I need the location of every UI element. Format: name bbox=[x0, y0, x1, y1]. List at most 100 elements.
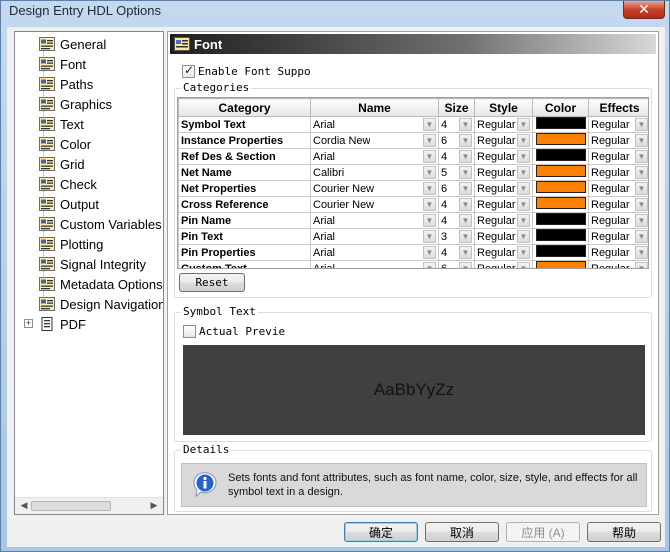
dropdown-arrow-icon[interactable]: ▼ bbox=[423, 134, 436, 147]
tree-item-graphics[interactable]: Graphics bbox=[15, 94, 163, 114]
table-row[interactable]: Pin Properties Arial ▼ 4 ▼ Regular ▼ Regular ▼ bbox=[178, 244, 648, 261]
dropdown-arrow-icon[interactable]: ▼ bbox=[423, 214, 436, 227]
tree-item-check[interactable]: Check bbox=[15, 174, 163, 194]
color-cell[interactable] bbox=[532, 260, 589, 268]
dropdown-arrow-icon[interactable]: ▼ bbox=[635, 182, 648, 195]
tree-item-grid[interactable]: Grid bbox=[15, 154, 163, 174]
font-effects-dropdown[interactable]: Regular ▼ bbox=[591, 118, 648, 132]
table-row[interactable]: Cross Reference Courier New ▼ 4 ▼ Regular ▼ Reg… bbox=[178, 196, 648, 213]
dropdown-arrow-icon[interactable]: ▼ bbox=[423, 150, 436, 163]
column-header-size[interactable]: Size bbox=[438, 98, 475, 117]
tree-item-design-navigation[interactable]: Design Navigation bbox=[15, 294, 163, 314]
color-cell[interactable] bbox=[532, 116, 589, 133]
font-style-dropdown[interactable]: Regular ▼ bbox=[477, 150, 530, 164]
dropdown-arrow-icon[interactable]: ▼ bbox=[635, 230, 648, 243]
color-cell[interactable] bbox=[532, 228, 589, 245]
dropdown-arrow-icon[interactable]: ▼ bbox=[423, 118, 436, 131]
font-style-dropdown[interactable]: Regular ▼ bbox=[477, 118, 530, 132]
font-size-dropdown[interactable]: 4 ▼ bbox=[441, 118, 472, 132]
color-swatch[interactable] bbox=[535, 149, 586, 161]
color-swatch[interactable] bbox=[535, 117, 586, 129]
scrollbar-thumb[interactable] bbox=[31, 501, 111, 511]
scroll-left-icon[interactable]: ◀ bbox=[18, 500, 30, 512]
dropdown-arrow-icon[interactable]: ▼ bbox=[635, 150, 648, 163]
font-size-dropdown[interactable]: 4 ▼ bbox=[441, 198, 472, 212]
color-cell[interactable] bbox=[532, 244, 589, 261]
color-swatch[interactable] bbox=[535, 229, 586, 241]
font-size-dropdown[interactable]: 4 ▼ bbox=[441, 214, 472, 228]
column-header-effects[interactable]: Effects bbox=[588, 98, 648, 117]
table-row[interactable]: Net Name Calibri ▼ 5 ▼ Regular ▼ Regular ▼ bbox=[178, 164, 648, 181]
color-cell[interactable] bbox=[532, 164, 589, 181]
font-name-dropdown[interactable]: Arial ▼ bbox=[313, 118, 436, 132]
font-name-dropdown[interactable]: Arial ▼ bbox=[313, 262, 436, 268]
table-row[interactable]: Ref Des & Section Arial ▼ 4 ▼ Regular ▼ Regular… bbox=[178, 148, 648, 165]
table-row[interactable]: Net Properties Courier New ▼ 6 ▼ Regular ▼ Regu… bbox=[178, 180, 648, 197]
color-cell[interactable] bbox=[532, 212, 589, 229]
font-name-dropdown[interactable]: Cordia New ▼ bbox=[313, 134, 436, 148]
dropdown-arrow-icon[interactable]: ▼ bbox=[423, 182, 436, 195]
tree-item-custom-variables[interactable]: Custom Variables bbox=[15, 214, 163, 234]
dropdown-arrow-icon[interactable]: ▼ bbox=[459, 118, 472, 131]
font-style-dropdown[interactable]: Regular ▼ bbox=[477, 182, 530, 196]
font-size-dropdown[interactable]: 6 ▼ bbox=[441, 262, 472, 268]
dropdown-arrow-icon[interactable]: ▼ bbox=[423, 166, 436, 179]
font-effects-dropdown[interactable]: Regular ▼ bbox=[591, 134, 648, 148]
dropdown-arrow-icon[interactable]: ▼ bbox=[459, 166, 472, 179]
table-row[interactable]: Instance Properties Cordia New ▼ 6 ▼ Regular ▼… bbox=[178, 132, 648, 149]
font-style-dropdown[interactable]: Regular ▼ bbox=[477, 198, 530, 212]
font-style-dropdown[interactable]: Regular ▼ bbox=[477, 230, 530, 244]
close-button[interactable]: ✕ bbox=[623, 1, 665, 19]
tree-horizontal-scrollbar[interactable]: ◀ ▶ bbox=[15, 497, 163, 514]
dropdown-arrow-icon[interactable]: ▼ bbox=[635, 118, 648, 131]
font-name-dropdown[interactable]: Calibri ▼ bbox=[313, 166, 436, 180]
column-header-color[interactable]: Color bbox=[532, 98, 589, 117]
font-size-dropdown[interactable]: 3 ▼ bbox=[441, 230, 472, 244]
font-effects-dropdown[interactable]: Regular ▼ bbox=[591, 182, 648, 196]
options-tree[interactable]: General Font Paths Graphics Text Color Grid Che… bbox=[14, 31, 164, 515]
color-swatch[interactable] bbox=[535, 181, 586, 193]
apply-button[interactable]: 应用 (A) bbox=[506, 522, 580, 542]
font-style-dropdown[interactable]: Regular ▼ bbox=[477, 246, 530, 260]
dropdown-arrow-icon[interactable]: ▼ bbox=[517, 198, 530, 211]
dropdown-arrow-icon[interactable]: ▼ bbox=[517, 166, 530, 179]
color-swatch[interactable] bbox=[535, 213, 586, 225]
dropdown-arrow-icon[interactable]: ▼ bbox=[459, 134, 472, 147]
expand-icon[interactable]: + bbox=[24, 319, 33, 328]
font-name-dropdown[interactable]: Arial ▼ bbox=[313, 230, 436, 244]
color-swatch[interactable] bbox=[535, 245, 586, 257]
dropdown-arrow-icon[interactable]: ▼ bbox=[517, 182, 530, 195]
tree-item-paths[interactable]: Paths bbox=[15, 74, 163, 94]
color-cell[interactable] bbox=[532, 196, 589, 213]
tree-item-font[interactable]: Font bbox=[15, 54, 163, 74]
dropdown-arrow-icon[interactable]: ▼ bbox=[635, 134, 648, 147]
tree-item-metadata-options[interactable]: Metadata Options bbox=[15, 274, 163, 294]
font-name-dropdown[interactable]: Courier New ▼ bbox=[313, 198, 436, 212]
dropdown-arrow-icon[interactable]: ▼ bbox=[517, 230, 530, 243]
tree-item-pdf[interactable]: + PDF bbox=[15, 314, 163, 334]
font-style-dropdown[interactable]: Regular ▼ bbox=[477, 214, 530, 228]
font-effects-dropdown[interactable]: Regular ▼ bbox=[591, 198, 648, 212]
tree-item-plotting[interactable]: Plotting bbox=[15, 234, 163, 254]
reset-button[interactable]: Reset bbox=[179, 273, 245, 292]
font-categories-grid[interactable]: Category Name Size Style Color Effects Symbol… bbox=[177, 97, 649, 269]
font-effects-dropdown[interactable]: Regular ▼ bbox=[591, 246, 648, 260]
font-size-dropdown[interactable]: 5 ▼ bbox=[441, 166, 472, 180]
color-swatch[interactable] bbox=[535, 165, 586, 177]
table-row[interactable]: Pin Name Arial ▼ 4 ▼ Regular ▼ Regular ▼ bbox=[178, 212, 648, 229]
dropdown-arrow-icon[interactable]: ▼ bbox=[459, 262, 472, 268]
font-size-dropdown[interactable]: 4 ▼ bbox=[441, 150, 472, 164]
table-row[interactable]: Pin Text Arial ▼ 3 ▼ Regular ▼ Regular ▼ bbox=[178, 228, 648, 245]
tree-item-output[interactable]: Output bbox=[15, 194, 163, 214]
enable-font-support-row[interactable]: Enable Font Suppo bbox=[182, 63, 311, 78]
font-size-dropdown[interactable]: 6 ▼ bbox=[441, 182, 472, 196]
dropdown-arrow-icon[interactable]: ▼ bbox=[517, 134, 530, 147]
font-size-dropdown[interactable]: 4 ▼ bbox=[441, 246, 472, 260]
title-bar[interactable]: Design Entry HDL Options ✕ bbox=[1, 1, 670, 23]
dropdown-arrow-icon[interactable]: ▼ bbox=[459, 182, 472, 195]
tree-item-signal-integrity[interactable]: Signal Integrity bbox=[15, 254, 163, 274]
column-header-style[interactable]: Style bbox=[474, 98, 533, 117]
enable-font-support-checkbox[interactable] bbox=[182, 63, 195, 78]
table-row[interactable]: Custom Text Arial ▼ 6 ▼ Regular ▼ Regular ▼ bbox=[178, 260, 648, 268]
dropdown-arrow-icon[interactable]: ▼ bbox=[517, 118, 530, 131]
